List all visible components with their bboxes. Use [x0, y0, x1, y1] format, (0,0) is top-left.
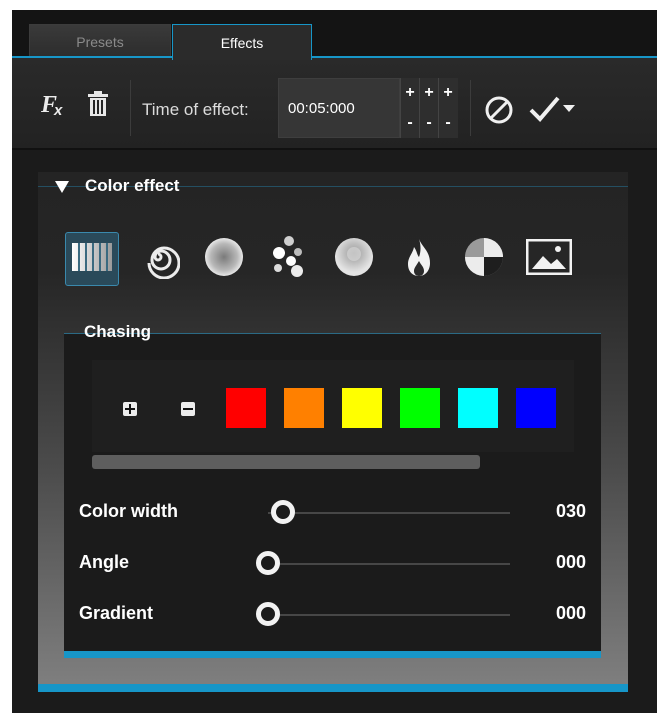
fire-effect-button[interactable]	[392, 232, 446, 286]
chasing-effect-button[interactable]	[65, 232, 119, 286]
collapse-triangle-icon[interactable]	[55, 180, 69, 198]
glow-effect-icon	[334, 237, 374, 282]
quadrant-effect-icon	[464, 237, 504, 282]
radial-effect-icon	[204, 237, 244, 282]
ms-increment-button[interactable]: +	[438, 78, 457, 108]
tab-effects[interactable]: Effects	[172, 24, 312, 60]
svg-text:x: x	[53, 102, 63, 118]
slider-track[interactable]	[268, 614, 510, 616]
color-swatch[interactable]	[516, 388, 556, 428]
time-of-effect-value: 00:05:000	[288, 100, 355, 117]
slider-label: Angle	[79, 552, 130, 572]
toolbar-separator	[470, 80, 471, 136]
image-effect-button[interactable]	[522, 232, 576, 286]
spiral-effect-icon	[136, 235, 181, 284]
add-color-button[interactable]	[123, 402, 137, 416]
slider-value: 000	[555, 603, 586, 623]
palette-horizontal-scrollbar[interactable]	[92, 455, 480, 469]
color-swatch[interactable]	[458, 388, 498, 428]
seconds-decrement-button[interactable]: -	[419, 108, 438, 138]
section-bottom-bar	[38, 684, 628, 692]
slider-value: 030	[555, 501, 586, 521]
slider-thumb[interactable]	[256, 602, 280, 626]
chasing-panel-bottom-bar	[64, 651, 601, 658]
chasing-effect-icon	[72, 242, 112, 276]
time-of-effect-label: Time of effect:	[142, 100, 249, 119]
section-title: Color effect	[85, 176, 180, 195]
slider-label: Color width	[79, 501, 178, 521]
tab-presets[interactable]: Presets	[29, 24, 171, 58]
minutes-increment-button[interactable]: +	[400, 78, 419, 108]
caret-down-icon[interactable]	[563, 100, 575, 118]
minutes-decrement-button[interactable]: -	[400, 108, 419, 138]
fire-effect-icon	[402, 237, 436, 282]
seconds-increment-button[interactable]: +	[419, 78, 438, 108]
radial-effect-button[interactable]	[197, 232, 251, 286]
slider-track[interactable]	[268, 563, 510, 565]
slider-thumb[interactable]	[256, 551, 280, 575]
toolbar: F x Time of effect: 00:05:000 + + + - - …	[12, 58, 657, 150]
image-effect-icon	[525, 238, 573, 280]
color-swatch[interactable]	[400, 388, 440, 428]
time-steppers: + + + - - -	[400, 78, 458, 138]
slider-track[interactable]	[268, 512, 510, 514]
trash-icon[interactable]	[86, 91, 110, 122]
dots-effect-icon	[269, 235, 309, 284]
time-of-effect-field[interactable]: 00:05:000	[278, 78, 400, 138]
tab-bar: Presets Effects	[12, 10, 657, 60]
ms-decrement-button[interactable]: -	[438, 108, 457, 138]
color-swatch[interactable]	[284, 388, 324, 428]
slider-value: 000	[555, 552, 586, 572]
color-swatch[interactable]	[226, 388, 266, 428]
confirm-icon[interactable]	[528, 94, 562, 129]
color-palette	[92, 360, 574, 452]
slider-label: Gradient	[79, 603, 154, 623]
toolbar-separator	[130, 80, 131, 136]
slider-thumb[interactable]	[270, 500, 295, 524]
dots-effect-button[interactable]	[262, 232, 316, 286]
fx-icon[interactable]: F x	[40, 88, 70, 125]
panel-title: Chasing	[84, 322, 152, 341]
cancel-icon[interactable]	[484, 95, 514, 130]
glow-effect-button[interactable]	[327, 232, 381, 286]
color-swatch[interactable]	[342, 388, 382, 428]
remove-color-button[interactable]	[181, 402, 195, 416]
spiral-effect-button[interactable]	[131, 232, 185, 286]
quadrant-effect-button[interactable]	[457, 232, 511, 286]
toolbar-bottom-border	[12, 148, 657, 150]
